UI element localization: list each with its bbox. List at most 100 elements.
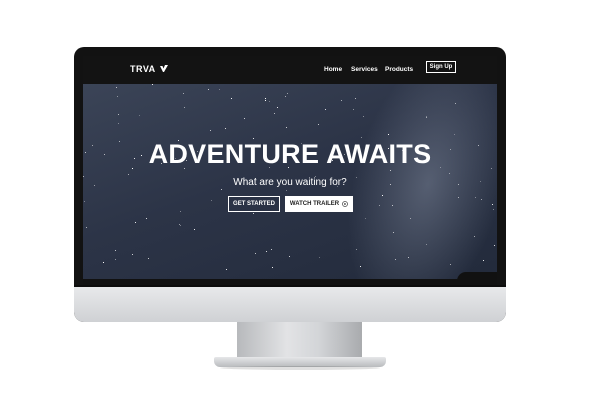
star (289, 256, 290, 257)
star (265, 100, 266, 101)
star (128, 174, 129, 175)
star (225, 128, 226, 129)
star (221, 189, 222, 190)
star (194, 229, 195, 230)
star (361, 137, 362, 138)
star (474, 236, 475, 237)
nav-link-home[interactable]: Home (324, 66, 342, 73)
star (211, 200, 212, 201)
star (231, 98, 232, 99)
star (116, 87, 117, 88)
star (274, 113, 275, 114)
star (475, 197, 476, 198)
star (494, 245, 495, 246)
star (271, 249, 272, 250)
star (449, 173, 450, 174)
star (450, 264, 451, 265)
star (395, 259, 396, 260)
star (379, 205, 380, 206)
top-navbar: TRVA Home Services Products Sign Up (83, 56, 497, 84)
star (84, 201, 85, 202)
star (382, 195, 383, 196)
screen: TRVA Home Services Products Sign Up ADVE… (83, 56, 497, 285)
star (363, 116, 364, 117)
star (117, 96, 118, 97)
star (152, 84, 153, 85)
get-started-button[interactable]: GET STARTED (228, 196, 280, 212)
monitor-chin (74, 285, 506, 322)
nav-link-products[interactable]: Products (385, 66, 413, 73)
monitor: TRVA Home Services Products Sign Up ADVE… (74, 47, 506, 322)
monitor-bezel-edge (74, 285, 506, 287)
nav-link-services[interactable]: Services (351, 66, 378, 73)
star (390, 170, 391, 171)
star (103, 262, 104, 263)
star (356, 249, 357, 250)
star (454, 134, 455, 135)
star (148, 258, 149, 259)
star (410, 218, 411, 219)
star (265, 98, 266, 99)
star (118, 114, 119, 115)
star (285, 96, 286, 97)
star (277, 107, 278, 108)
star (180, 211, 181, 212)
brand-mark-icon (159, 65, 168, 72)
star (146, 218, 147, 219)
star (455, 103, 456, 104)
star (341, 100, 342, 101)
star (492, 204, 493, 205)
monitor-stand-neck (237, 322, 362, 358)
play-circle-icon (342, 201, 348, 207)
hero-title: ADVENTURE AWAITS (148, 139, 432, 169)
star (426, 117, 427, 118)
star (132, 254, 133, 255)
watch-trailer-button[interactable]: WATCH TRAILER (285, 196, 353, 212)
star (135, 222, 136, 223)
signup-button[interactable]: Sign Up (426, 61, 456, 73)
star (393, 232, 394, 233)
star (408, 257, 409, 258)
star (318, 124, 319, 125)
brand-name: TRVA (130, 64, 156, 74)
star (365, 218, 366, 219)
star (226, 269, 227, 270)
star (287, 93, 288, 94)
star (493, 209, 494, 210)
star (355, 98, 356, 99)
star (360, 266, 361, 267)
hero-subtitle: What are you waiting for? (233, 177, 347, 188)
star (115, 250, 116, 251)
star (319, 257, 320, 258)
star (86, 227, 87, 228)
star (118, 123, 119, 124)
star (286, 127, 287, 128)
star (426, 244, 427, 245)
star (219, 89, 220, 90)
star (115, 259, 116, 260)
star (286, 190, 287, 191)
star (255, 253, 256, 254)
star (266, 251, 267, 252)
star (253, 213, 254, 214)
stand-shadow (220, 366, 380, 370)
star (184, 107, 185, 108)
star (458, 197, 459, 198)
star (325, 109, 326, 110)
star (353, 109, 354, 110)
star (392, 205, 393, 206)
star (481, 199, 482, 200)
star (269, 101, 270, 102)
star (179, 224, 180, 225)
star (210, 130, 211, 131)
star (244, 118, 245, 119)
star (208, 89, 209, 90)
star (272, 267, 273, 268)
brand-logo[interactable]: TRVA (130, 64, 169, 74)
hero-section: ADVENTURE AWAITS What are you waiting fo… (83, 84, 497, 285)
star (139, 115, 140, 116)
star (183, 93, 184, 94)
star (483, 260, 484, 261)
star (180, 225, 181, 226)
star (388, 134, 389, 135)
